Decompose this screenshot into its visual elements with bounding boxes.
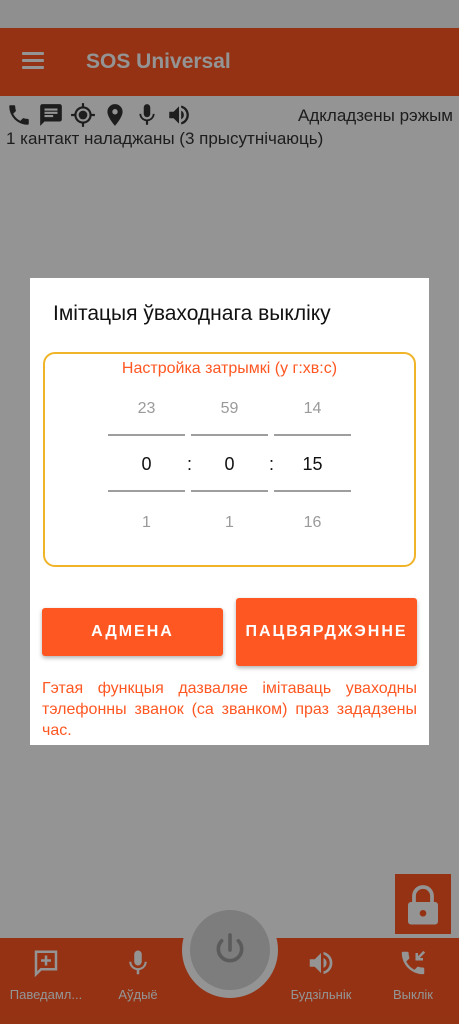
confirm-button[interactable]: ПАЦВЯРДЖЭННЕ	[236, 598, 417, 666]
hours-prev[interactable]: 23	[108, 394, 185, 434]
dialog-title: Імітацыя ўваходнага выкліку	[53, 302, 331, 325]
fake-call-dialog: Імітацыя ўваходнага выкліку Настройка за…	[30, 278, 429, 745]
minutes-picker[interactable]: 59 0 1	[191, 394, 268, 542]
seconds-picker[interactable]: 14 15 16	[274, 394, 351, 542]
hours-next[interactable]: 1	[108, 492, 185, 542]
seconds-next[interactable]: 16	[274, 492, 351, 542]
minutes-prev[interactable]: 59	[191, 394, 268, 434]
dialog-description: Гэтая функцыя дазваляе імітаваць уваходн…	[42, 680, 417, 739]
hours-current[interactable]: 0	[108, 434, 185, 492]
hours-picker[interactable]: 23 0 1	[108, 394, 185, 542]
cancel-button[interactable]: АДМЕНА	[42, 608, 223, 656]
delay-picker: Настройка затрымкі (у г:хв:с) 23 0 1 : 5…	[43, 352, 416, 567]
minutes-next[interactable]: 1	[191, 492, 268, 542]
seconds-current[interactable]: 15	[274, 434, 351, 492]
seconds-prev[interactable]: 14	[274, 394, 351, 434]
minutes-current[interactable]: 0	[191, 434, 268, 492]
picker-label: Настройка затрымкі (у г:хв:с)	[121, 360, 338, 377]
